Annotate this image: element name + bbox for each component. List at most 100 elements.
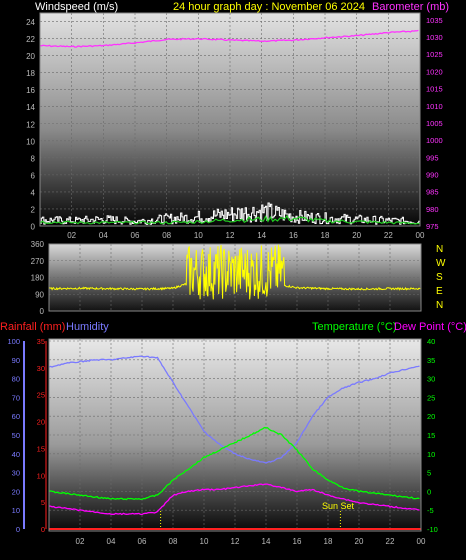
temperature-tick-label: 20 bbox=[427, 412, 435, 421]
windspeed-tick-labels: 024681012141618202224 bbox=[26, 18, 35, 231]
barometer-tick-label: 995 bbox=[426, 153, 439, 162]
chart-title: 24 hour graph day : November 06 2024 bbox=[173, 1, 365, 13]
temperature-tick-label: 0 bbox=[427, 487, 431, 496]
rain-tick-labels: 0 5 10 15 20 25 30 35 bbox=[37, 337, 47, 534]
barometer-tick-label: 1030 bbox=[426, 33, 443, 42]
rain-tick-label: 30 bbox=[37, 364, 45, 373]
temperature-x-tick-label: 20 bbox=[355, 537, 364, 546]
weather-graph-page: Windspeed (m/s) 24 hour graph day : Nove… bbox=[0, 0, 466, 555]
temperature-x-tick-label: 10 bbox=[200, 537, 209, 546]
windspeed-tick-label: 16 bbox=[26, 86, 35, 95]
humidity-tick-label: 30 bbox=[12, 469, 20, 478]
temperature-axis-label: Temperature (°C) bbox=[312, 321, 396, 333]
compass-label: N bbox=[436, 244, 443, 255]
windspeed-tick-label: 12 bbox=[26, 120, 35, 129]
rain-tick-label: 5 bbox=[41, 498, 45, 507]
direction-tick-label: 360 bbox=[31, 240, 45, 249]
direction-tick-label: 180 bbox=[31, 274, 45, 283]
windspeed-tick-label: 18 bbox=[26, 69, 35, 78]
rain-tick-label: 20 bbox=[37, 418, 45, 427]
windspeed-tick-label: 8 bbox=[31, 154, 36, 163]
direction-tick-label: 0 bbox=[40, 307, 45, 316]
weather-graph-svg: Windspeed (m/s) 24 hour graph day : Nove… bbox=[0, 1, 466, 546]
humidity-tick-label: 60 bbox=[12, 412, 20, 421]
rain-tick-label: 25 bbox=[37, 391, 45, 400]
humidity-tick-label: 20 bbox=[12, 487, 20, 496]
temperature-tick-label: -5 bbox=[427, 506, 434, 515]
compass-label: E bbox=[436, 286, 443, 297]
compass-label: W bbox=[436, 258, 446, 269]
temperature-tick-labels: -10 -5 0 5 10 15 20 25 30 35 40 bbox=[427, 337, 438, 534]
wind-panel-x-ticks: 02 04 06 08 10 12 14 16 18 20 22 00 bbox=[67, 231, 425, 240]
temperature-x-tick-label: 18 bbox=[324, 537, 333, 546]
barometer-tick-label: 1020 bbox=[426, 67, 443, 76]
wind-x-tick-label: 02 bbox=[67, 231, 76, 240]
humidity-tick-label: 70 bbox=[12, 393, 20, 402]
temperature-x-tick-label: 12 bbox=[231, 537, 240, 546]
rain-tick-label: 35 bbox=[37, 337, 45, 346]
humidity-tick-label: 80 bbox=[12, 375, 20, 384]
barometer-tick-label: 1015 bbox=[426, 85, 443, 94]
temperature-x-tick-label: 00 bbox=[417, 537, 426, 546]
windspeed-tick-label: 2 bbox=[31, 205, 36, 214]
humidity-tick-label: 0 bbox=[16, 525, 20, 534]
wind-x-tick-label: 00 bbox=[416, 231, 425, 240]
temperature-tick-label: 35 bbox=[427, 356, 435, 365]
wind-x-tick-label: 14 bbox=[257, 231, 266, 240]
windspeed-tick-label: 0 bbox=[31, 223, 36, 232]
rain-tick-label: 15 bbox=[37, 444, 45, 453]
wind-x-tick-label: 04 bbox=[99, 231, 108, 240]
humidity-tick-label: 50 bbox=[12, 431, 20, 440]
dewpoint-axis-label: Dew Point (°C) bbox=[394, 321, 466, 333]
wind-x-tick-label: 12 bbox=[226, 231, 235, 240]
humidity-axis-label: Humidity bbox=[66, 321, 109, 333]
barometer-tick-labels: 975 980 985 990 995 1000 1005 1010 1015 1020 1025 1… bbox=[426, 16, 443, 231]
barometer-tick-label: 1035 bbox=[426, 16, 443, 25]
humidity-tick-label: 40 bbox=[12, 450, 20, 459]
humidity-tick-label: 10 bbox=[12, 506, 20, 515]
rain-tick-label: 0 bbox=[41, 525, 45, 534]
humidity-tick-labels: 0 10 20 30 40 50 60 70 80 90 100 bbox=[7, 337, 25, 534]
humidity-tick-label: 100 bbox=[7, 337, 20, 346]
windspeed-tick-label: 24 bbox=[26, 18, 35, 27]
wind-x-tick-label: 10 bbox=[194, 231, 203, 240]
wind-x-tick-label: 08 bbox=[162, 231, 171, 240]
windspeed-tick-label: 10 bbox=[26, 137, 35, 146]
barometer-tick-label: 975 bbox=[426, 222, 439, 231]
direction-tick-labels: 0 90 180 270 360 bbox=[31, 240, 45, 316]
barometer-tick-label: 990 bbox=[426, 170, 439, 179]
windspeed-tick-label: 4 bbox=[31, 188, 36, 197]
compass-label: S bbox=[436, 272, 443, 283]
temperature-x-tick-label: 14 bbox=[262, 537, 271, 546]
humidity-tick-label: 90 bbox=[12, 356, 20, 365]
temperature-tick-label: -10 bbox=[427, 525, 438, 534]
barometer-tick-label: 1000 bbox=[426, 136, 443, 145]
compass-label: N bbox=[436, 300, 443, 311]
barometer-tick-label: 985 bbox=[426, 188, 439, 197]
temperature-panel-x-ticks: 02 04 06 08 10 12 14 16 18 20 22 00 bbox=[76, 537, 426, 546]
temperature-x-tick-label: 16 bbox=[293, 537, 302, 546]
barometer-tick-label: 1010 bbox=[426, 102, 443, 111]
wind-x-tick-label: 20 bbox=[352, 231, 361, 240]
temperature-x-tick-label: 08 bbox=[169, 537, 178, 546]
barometer-tick-label: 980 bbox=[426, 205, 439, 214]
sunset-label: Sun Set bbox=[322, 501, 355, 511]
temperature-tick-label: 10 bbox=[427, 450, 435, 459]
wind-x-tick-label: 18 bbox=[321, 231, 330, 240]
windspeed-tick-label: 6 bbox=[31, 171, 36, 180]
temperature-x-tick-label: 02 bbox=[76, 537, 85, 546]
temperature-x-tick-label: 06 bbox=[138, 537, 147, 546]
temperature-tick-label: 5 bbox=[427, 469, 431, 478]
rain-tick-label: 10 bbox=[37, 471, 45, 480]
wind-x-tick-label: 16 bbox=[289, 231, 298, 240]
windspeed-axis-label: Windspeed (m/s) bbox=[35, 1, 118, 13]
windspeed-tick-label: 20 bbox=[26, 52, 35, 61]
temperature-tick-label: 25 bbox=[427, 393, 435, 402]
barometer-tick-label: 1005 bbox=[426, 119, 443, 128]
temperature-tick-label: 30 bbox=[427, 375, 435, 384]
barometer-tick-label: 1025 bbox=[426, 50, 443, 59]
wind-x-tick-label: 22 bbox=[384, 231, 393, 240]
wind-x-tick-label: 06 bbox=[131, 231, 140, 240]
barometer-axis-label: Barometer (mb) bbox=[372, 1, 449, 13]
temperature-tick-label: 15 bbox=[427, 431, 435, 440]
